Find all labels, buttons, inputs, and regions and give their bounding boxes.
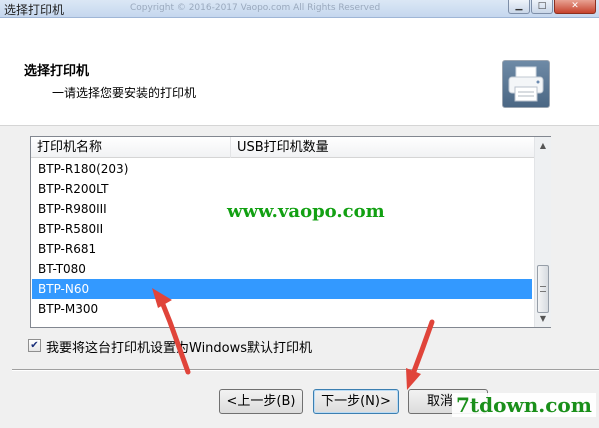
column-header-name[interactable]: 打印机名称 [31, 137, 231, 158]
maximize-button[interactable]: □ [531, 0, 553, 14]
minimize-icon: ▁ [515, 1, 523, 11]
list-item[interactable]: BTP-M300 [32, 299, 532, 319]
arrow-up-icon: ▲ [539, 141, 547, 150]
arrow-down-icon: ▼ [539, 314, 547, 323]
default-printer-checkbox[interactable]: ✔ [28, 339, 41, 352]
list-item-selected[interactable]: BTP-N60 [32, 279, 532, 299]
divider [12, 369, 599, 371]
copyright-text: Copyright © 2016-2017 Vaopo.com All Righ… [130, 3, 381, 13]
wizard-header: 选择打印机 一请选择您要安装的打印机 [0, 18, 599, 126]
vertical-scrollbar[interactable]: ▲ ▼ [534, 137, 551, 327]
grip-icon [540, 286, 546, 292]
printer-icon [502, 60, 550, 108]
list-item[interactable]: BTP-R681 [32, 239, 532, 259]
back-button[interactable]: <上一步(B) [219, 389, 303, 414]
default-printer-label[interactable]: 我要将这台打印机设置为Windows默认打印机 [46, 337, 312, 356]
page-title: 选择打印机 [24, 64, 90, 79]
minimize-button[interactable]: ▁ [508, 0, 530, 14]
list-item[interactable]: BTP-R180(203) [32, 159, 532, 179]
window-titlebar: 选择打印机 Copyright © 2016-2017 Vaopo.com Al… [0, 0, 599, 18]
list-item[interactable]: BTP-R580II [32, 219, 532, 239]
maximize-icon: □ [537, 1, 547, 11]
printer-list[interactable]: 打印机名称 USB打印机数量 BTP-R180(203) BTP-R200LT … [30, 136, 551, 328]
watermark-text: www.vaopo.com [227, 201, 385, 222]
close-button[interactable]: ✕ [554, 0, 596, 14]
window-title: 选择打印机 [4, 3, 65, 17]
list-item[interactable]: BT-T080 [32, 259, 532, 279]
next-button[interactable]: 下一步(N)> [313, 389, 399, 414]
arrow-to-next [406, 319, 435, 390]
scroll-down-button[interactable]: ▼ [535, 310, 551, 327]
scroll-up-button[interactable]: ▲ [535, 137, 551, 154]
list-header: 打印机名称 USB打印机数量 [31, 137, 534, 158]
scroll-thumb[interactable] [537, 265, 549, 313]
page-subtitle: 一请选择您要安装的打印机 [52, 86, 197, 100]
column-header-usb-count[interactable]: USB打印机数量 [231, 137, 534, 158]
checkmark-icon: ✔ [30, 340, 39, 351]
close-icon: ✕ [571, 1, 579, 11]
list-item[interactable]: BTP-R200LT [32, 179, 532, 199]
brand-watermark: 7tdown.com [452, 393, 596, 417]
